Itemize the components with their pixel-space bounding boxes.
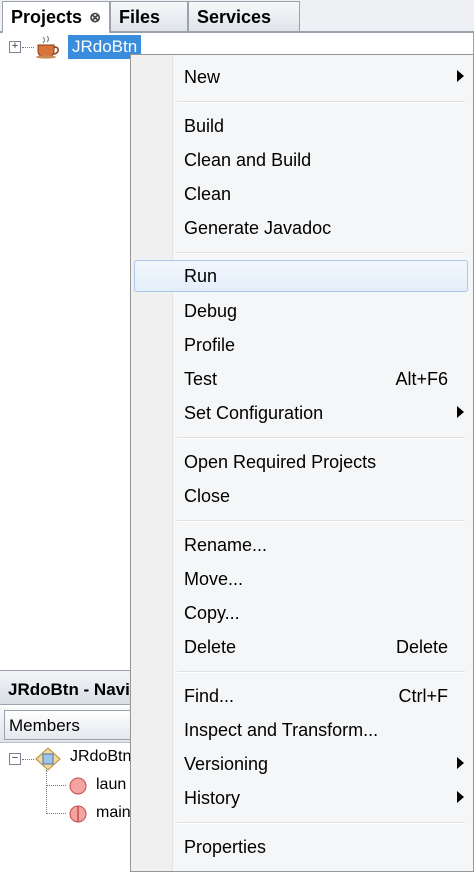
menu-item-copy[interactable]: Copy...: [134, 597, 468, 629]
menu-item-test[interactable]: Test Alt+F6: [134, 363, 468, 395]
submenu-arrow-icon: [457, 791, 464, 803]
method-icon: [69, 777, 87, 795]
menu-item-label: Run: [184, 266, 218, 286]
menu-item-profile[interactable]: Profile: [134, 329, 468, 361]
collapse-icon[interactable]: −: [9, 753, 21, 765]
menu-item-open-required-projects[interactable]: Open Required Projects: [134, 446, 468, 478]
class-icon: [35, 747, 61, 771]
menu-item-clean-and-build[interactable]: Clean and Build: [134, 144, 468, 176]
tab-services-label: Services: [197, 7, 272, 27]
tree-connector: [22, 759, 34, 760]
menu-item-delete[interactable]: Delete Delete: [134, 631, 468, 663]
menu-item-clean[interactable]: Clean: [134, 178, 468, 210]
menu-item-rename[interactable]: Rename...: [134, 529, 468, 561]
menu-item-label: Generate Javadoc: [184, 218, 332, 238]
menu-item-run[interactable]: Run: [134, 260, 468, 292]
menu-item-properties[interactable]: Properties: [134, 831, 468, 863]
menu-item-close[interactable]: Close: [134, 480, 468, 512]
tree-connector: [46, 813, 66, 814]
menu-item-label: Move...: [184, 569, 244, 589]
tab-files-label: Files: [119, 7, 161, 27]
menu-item-shortcut: Delete: [395, 637, 448, 657]
submenu-arrow-icon: [457, 757, 464, 769]
menu-item-debug[interactable]: Debug: [134, 295, 468, 327]
static-method-icon: [69, 805, 87, 823]
menu-separator: [177, 822, 465, 824]
tree-connector: [46, 770, 47, 814]
menu-separator: [177, 437, 465, 439]
menu-separator: [177, 520, 465, 522]
menu-item-find[interactable]: Find... Ctrl+F: [134, 680, 468, 712]
menu-item-label: New: [184, 67, 221, 87]
tab-services[interactable]: Services: [188, 1, 300, 31]
menu-item-label: Delete: [184, 637, 237, 657]
menu-item-label: Properties: [184, 837, 267, 857]
menu-separator: [177, 101, 465, 103]
menu-item-move[interactable]: Move...: [134, 563, 468, 595]
menu-item-history[interactable]: History: [134, 782, 468, 814]
menu-item-new[interactable]: New: [134, 61, 468, 93]
menu-separator: [177, 671, 465, 673]
menu-item-label: Build: [184, 116, 225, 136]
menu-item-label: Test: [184, 369, 218, 389]
menu-item-set-configuration[interactable]: Set Configuration: [134, 397, 468, 429]
navigator-member-label[interactable]: laun: [96, 776, 126, 794]
menu-item-versioning[interactable]: Versioning: [134, 748, 468, 780]
menu-item-shortcut: Alt+F6: [395, 369, 448, 389]
members-dropdown[interactable]: Members: [4, 710, 134, 740]
menu-item-label: Versioning: [184, 754, 269, 774]
context-menu: New Build Clean and Build Clean Generate…: [130, 54, 474, 872]
menu-item-label: Set Configuration: [184, 403, 324, 423]
menu-item-label: Debug: [184, 301, 238, 321]
menu-item-build[interactable]: Build: [134, 110, 468, 142]
menu-item-label: Close: [184, 486, 231, 506]
expand-icon[interactable]: +: [9, 41, 21, 53]
tab-files[interactable]: Files: [110, 1, 188, 31]
tab-projects[interactable]: Projects ⊗: [2, 1, 110, 33]
close-icon[interactable]: ⊗: [89, 9, 101, 26]
submenu-arrow-icon: [457, 70, 464, 82]
menu-separator: [177, 252, 465, 254]
menu-item-inspect-and-transform[interactable]: Inspect and Transform...: [134, 714, 468, 746]
menu-item-label: Copy...: [184, 603, 240, 623]
menu-item-label: Open Required Projects: [184, 452, 377, 472]
submenu-arrow-icon: [457, 406, 464, 418]
tab-strip: Projects ⊗ Files Services: [0, 0, 474, 33]
tab-projects-label: Projects: [11, 7, 83, 27]
tree-connector: [46, 785, 66, 786]
navigator-member-label[interactable]: main: [96, 804, 131, 822]
menu-item-label: Clean and Build: [184, 150, 312, 170]
menu-item-label: Rename...: [184, 535, 268, 555]
menu-item-label: History: [184, 788, 241, 808]
menu-item-shortcut: Ctrl+F: [398, 686, 449, 706]
tree-connector: [22, 47, 34, 48]
menu-item-label: Inspect and Transform...: [184, 720, 379, 740]
menu-item-label: Find...: [184, 686, 235, 706]
menu-item-label: Clean: [184, 184, 232, 204]
menu-item-label: Profile: [184, 335, 236, 355]
menu-item-generate-javadoc[interactable]: Generate Javadoc: [134, 212, 468, 244]
navigator-class-label[interactable]: JRdoBtn: [70, 748, 131, 766]
java-project-icon: [36, 35, 59, 59]
